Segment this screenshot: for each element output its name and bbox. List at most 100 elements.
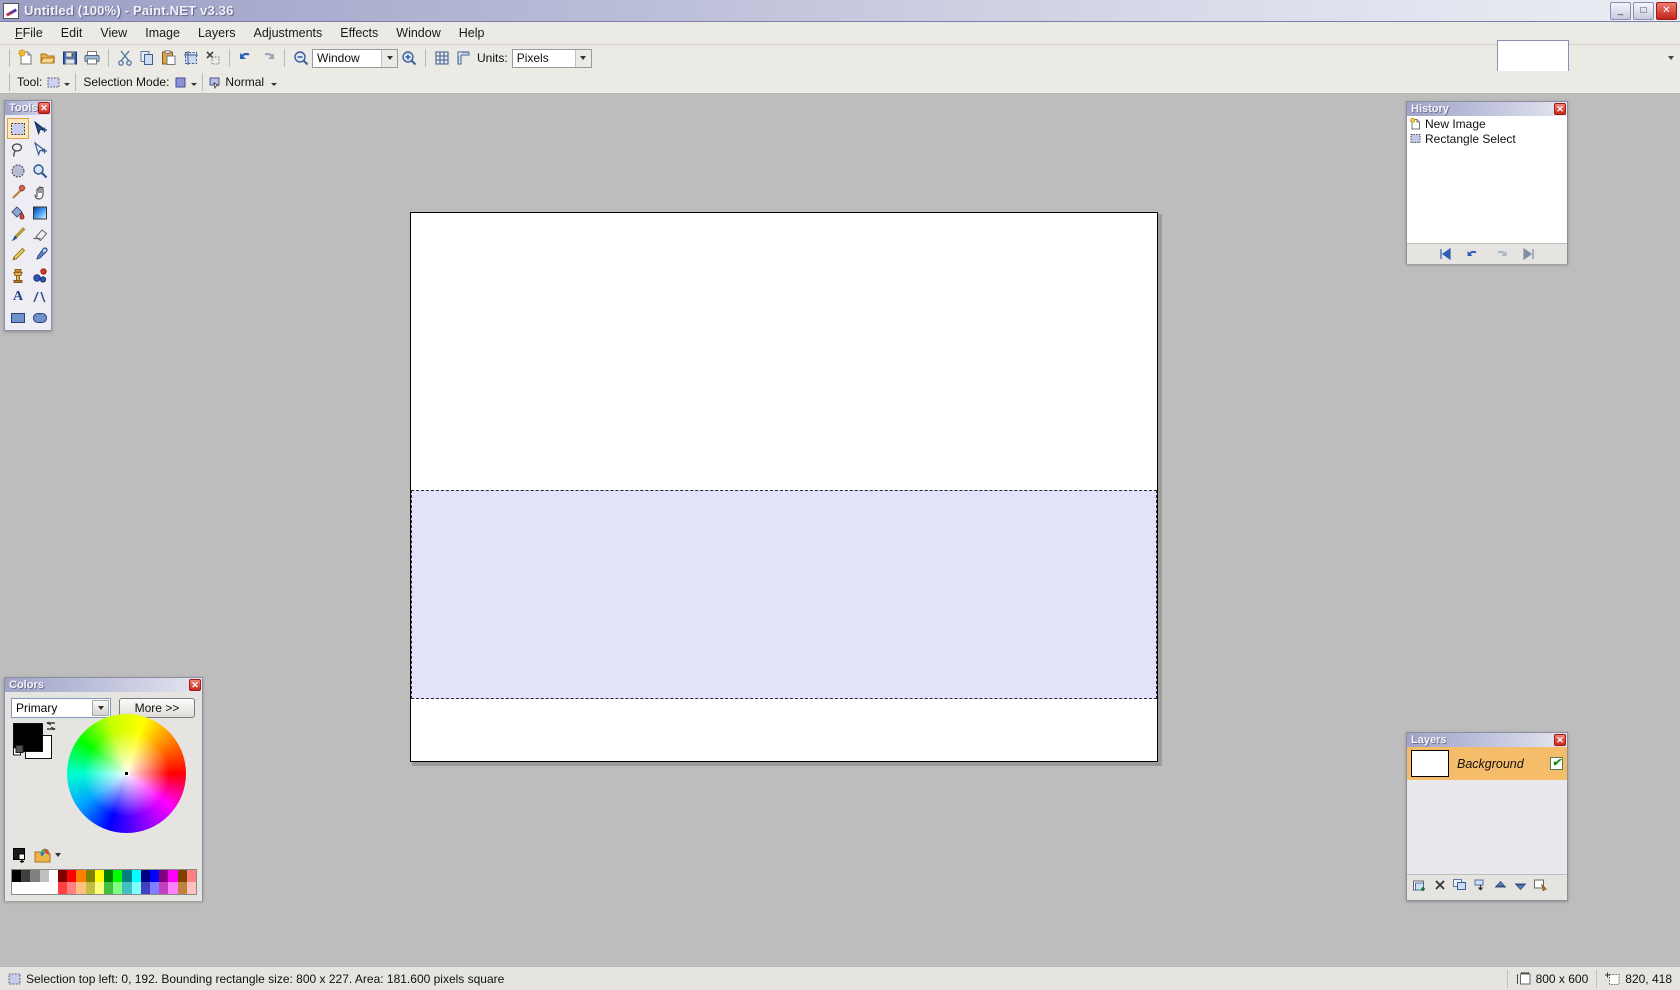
move-up-icon[interactable] [1494,880,1507,891]
duplicate-layer-icon[interactable] [1453,879,1467,891]
history-item[interactable]: Rectangle Select [1407,131,1567,146]
palette-row-1[interactable] [12,870,197,882]
image-canvas[interactable] [410,212,1158,762]
zoom-combo[interactable]: Window [312,48,398,68]
undo-arrow-icon[interactable] [1466,248,1480,260]
ellipse-select-tool[interactable] [7,160,29,181]
zoom-out-icon[interactable] [290,47,312,69]
chevron-down-icon[interactable] [574,49,591,67]
chevron-down-icon[interactable] [92,700,109,716]
blend-mode-chevron-icon[interactable] [268,75,278,89]
selection-icon [8,973,21,985]
menu-help[interactable]: Help [450,23,494,43]
cut-icon[interactable] [114,47,136,69]
delete-layer-icon[interactable] [1434,879,1446,891]
print-icon[interactable] [81,47,103,69]
layers-palette-title-bar[interactable]: Layers ✕ [1407,733,1567,747]
lasso-select-tool[interactable] [7,139,29,160]
pan-tool[interactable] [29,181,51,202]
copy-icon[interactable] [136,47,158,69]
selection-rectangle[interactable] [411,490,1157,699]
normal-blending-icon[interactable] [208,75,223,90]
grid-icon[interactable] [431,47,453,69]
zoom-tool[interactable] [29,160,51,181]
menu-file[interactable]: FFile [6,23,52,43]
rectangle-select-icon[interactable] [46,75,61,90]
paint-bucket-tool[interactable] [7,202,29,223]
close-icon[interactable]: ✕ [1554,734,1566,746]
maximize-button[interactable]: □ [1633,1,1654,20]
save-palette-icon[interactable] [13,848,28,863]
crop-to-selection-icon[interactable] [180,47,202,69]
move-down-icon[interactable] [1514,880,1527,891]
units-combo[interactable]: Pixels [511,48,592,68]
skip-back-icon[interactable] [1438,248,1452,260]
minimize-button[interactable]: _ [1610,1,1631,20]
which-color-dropdown[interactable]: Primary [11,698,111,718]
paintbrush-tool[interactable] [7,223,29,244]
rectangle-select-tool[interactable] [7,118,29,139]
reset-colors-icon[interactable] [13,745,26,758]
line-curve-tool[interactable] [29,286,51,307]
menu-adjustments[interactable]: Adjustments [245,23,332,43]
palette-row-2[interactable] [12,882,197,894]
new-icon[interactable] [15,47,37,69]
colors-palette-title-bar[interactable]: Colors ✕ [5,678,202,692]
menu-layers[interactable]: Layers [189,23,245,43]
redo-icon[interactable] [257,47,279,69]
selection-mode-chevron-icon[interactable] [188,75,198,89]
swap-colors-icon[interactable] [45,720,57,732]
paste-icon[interactable] [158,47,180,69]
skip-forward-icon[interactable] [1522,248,1536,260]
rounded-rectangle-tool[interactable] [29,307,51,328]
history-list[interactable]: New Image Rectangle Select [1407,116,1567,244]
magic-wand-tool[interactable] [7,181,29,202]
close-button[interactable]: ✕ [1656,1,1677,20]
save-icon[interactable] [59,47,81,69]
menu-window[interactable]: Window [387,23,449,43]
clone-stamp-tool[interactable] [7,265,29,286]
tool-dropdown-chevron-icon[interactable] [61,75,71,89]
eraser-tool[interactable] [29,223,51,244]
color-palette-strip[interactable] [11,869,197,895]
close-icon[interactable]: ✕ [189,679,201,691]
recolor-tool[interactable] [29,265,51,286]
tools-palette-title-bar[interactable]: Tools ✕ [5,101,51,115]
redo-arrow-icon[interactable] [1494,248,1508,260]
toolbar-separator [108,49,109,67]
rulers-icon[interactable] [453,47,475,69]
close-icon[interactable]: ✕ [38,102,50,114]
zoom-in-icon[interactable] [398,47,420,69]
layer-item-background[interactable]: Background ✔ [1407,747,1567,780]
menu-effects[interactable]: Effects [331,23,387,43]
deselect-all-icon[interactable] [202,47,224,69]
replace-selection-icon[interactable] [173,75,188,90]
history-palette-title-bar[interactable]: History ✕ [1407,102,1567,116]
layer-visibility-checkbox[interactable]: ✔ [1550,757,1563,770]
new-image-icon [1410,117,1421,130]
merge-down-icon[interactable] [1474,879,1487,892]
menu-image[interactable]: Image [136,23,189,43]
menu-edit[interactable]: Edit [52,23,92,43]
menu-view[interactable]: View [91,23,136,43]
layers-list[interactable]: Background ✔ [1407,747,1567,875]
pencil-tool[interactable] [7,244,29,265]
layer-properties-icon[interactable] [1534,879,1547,891]
chevron-down-icon[interactable] [381,49,397,67]
palette-menu-chevron-icon[interactable] [55,846,61,860]
text-tool[interactable]: A [7,286,29,307]
color-wheel-cursor[interactable] [124,771,129,776]
overflow-chevron-icon[interactable] [1666,53,1676,63]
color-picker-tool[interactable] [29,244,51,265]
undo-icon[interactable] [235,47,257,69]
rectangle-tool[interactable] [7,307,29,328]
gradient-tool[interactable] [29,202,51,223]
move-selected-tool[interactable] [29,118,51,139]
layers-palette: Layers ✕ Background ✔ [1406,732,1568,901]
open-icon[interactable] [37,47,59,69]
history-item[interactable]: New Image [1407,116,1567,131]
add-layer-icon[interactable] [1413,879,1427,892]
move-selection-tool[interactable] [29,139,51,160]
open-palette-icon[interactable] [34,848,51,863]
close-icon[interactable]: ✕ [1554,103,1566,115]
